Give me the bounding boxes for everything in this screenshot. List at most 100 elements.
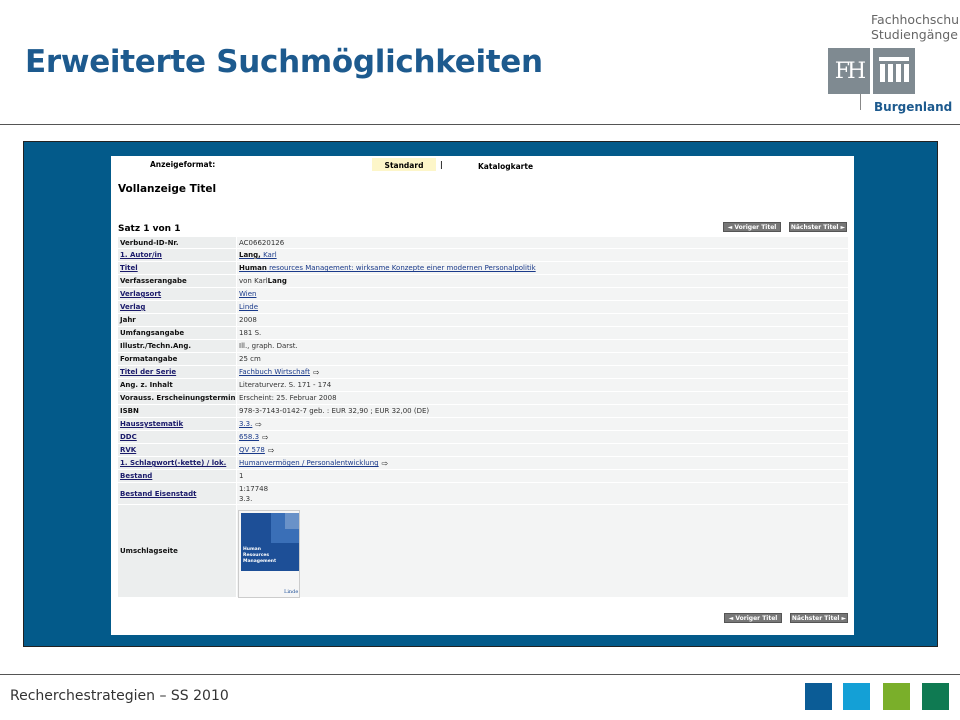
- field-value: Erscheint: 25. Februar 2008: [237, 392, 848, 404]
- field-value: 25 cm: [237, 353, 848, 365]
- field-value: 181 S.: [237, 327, 848, 339]
- table-row: Umschlagseite: [118, 505, 848, 597]
- field-value: 1:17748 3.3.: [237, 483, 848, 504]
- field-label: Umfangsangabe: [118, 327, 236, 339]
- logo-fh-mark: FH: [828, 48, 870, 94]
- table-row: 1. Schlagwort(-kette) / lok. Humanvermög…: [118, 457, 848, 469]
- arrow-right-icon[interactable]: ⇨: [268, 446, 275, 455]
- field-label: Formatangabe: [118, 353, 236, 365]
- record-counter: Satz 1 von 1: [118, 224, 181, 234]
- table-row: Bestand 1: [118, 470, 848, 482]
- field-label-link[interactable]: Bestand Eisenstadt: [118, 483, 236, 504]
- field-label-link[interactable]: DDC: [118, 431, 236, 443]
- table-row: Haussystematik 3.3. ⇨: [118, 418, 848, 430]
- value-link[interactable]: 3.3.: [239, 420, 252, 428]
- value-link[interactable]: 658.3: [239, 433, 259, 441]
- footer-square: [922, 683, 949, 710]
- field-value: Literaturverz. S. 171 - 174: [237, 379, 848, 391]
- field-label-link[interactable]: Verlag: [118, 301, 236, 313]
- table-row: Bestand Eisenstadt 1:17748 3.3.: [118, 483, 848, 504]
- table-row: RVK QV 578 ⇨: [118, 444, 848, 456]
- table-row: Verfasserangabe von Karl Lang: [118, 275, 848, 287]
- next-title-button-top[interactable]: Nächster Titel ►: [789, 222, 847, 232]
- field-value: 978-3-7143-0142-7 geb. : EUR 32,90 ; EUR…: [237, 405, 848, 417]
- field-label: ISBN: [118, 405, 236, 417]
- format-katalogkarte-link[interactable]: Katalogkarte: [478, 162, 558, 171]
- holding-value: 1:17748: [239, 484, 269, 493]
- subject-link[interactable]: Humanvermögen / Personalentwicklung: [239, 459, 379, 467]
- field-value: AC06620126: [237, 237, 848, 248]
- field-label: Umschlagseite: [118, 505, 236, 597]
- footer-text: Recherchestrategien – SS 2010: [10, 688, 229, 704]
- field-label: Illustr./Techn.Ang.: [118, 340, 236, 352]
- field-label-link[interactable]: Titel: [118, 262, 236, 274]
- holding-location: 3.3.: [239, 494, 253, 503]
- table-row: Vorauss. Erscheinungstermin Erscheint: 2…: [118, 392, 848, 404]
- value-link[interactable]: Linde: [239, 303, 258, 311]
- footer-square: [843, 683, 870, 710]
- record-table: Verbund-ID-Nr. AC06620126 1. Autor/in La…: [118, 237, 848, 598]
- field-label-link[interactable]: 1. Schlagwort(-kette) / lok.: [118, 457, 236, 469]
- field-label: Jahr: [118, 314, 236, 326]
- field-value: Lang, Karl: [237, 249, 848, 261]
- format-standard-link[interactable]: Standard: [372, 158, 436, 171]
- footer-square: [805, 683, 832, 710]
- prev-title-button-top[interactable]: ◄ Voriger Titel: [723, 222, 781, 232]
- field-value: [237, 505, 848, 597]
- field-value: 1: [237, 470, 848, 482]
- book-cover-image[interactable]: Human Resources Management Linde: [238, 510, 300, 598]
- field-label: Verfasserangabe: [118, 275, 236, 287]
- table-row: Titel der Serie Fachbuch Wirtschaft ⇨: [118, 366, 848, 378]
- fh-burgenland-logo: Fachhochschul Studiengänge FH Burgenland: [826, 6, 960, 118]
- cover-title: Human Resources Management: [243, 547, 277, 564]
- cover-publisher: Linde: [284, 589, 299, 595]
- arrow-right-icon[interactable]: ⇨: [255, 420, 262, 429]
- field-label-link[interactable]: Bestand: [118, 470, 236, 482]
- footer-square: [883, 683, 910, 710]
- field-label-link[interactable]: Verlagsort: [118, 288, 236, 300]
- arrow-right-icon[interactable]: ⇨: [382, 459, 389, 468]
- logo-text: Fachhochschul Studiengänge: [871, 12, 960, 42]
- logo-line-1: Fachhochschul: [871, 12, 960, 27]
- value-link[interactable]: Wien: [239, 290, 256, 298]
- field-label-link[interactable]: Titel der Serie: [118, 366, 236, 378]
- author-link[interactable]: Lang, Karl: [239, 251, 277, 259]
- field-value: Wien: [237, 288, 848, 300]
- field-value: Humanvermögen / Personalentwicklung ⇨: [237, 457, 848, 469]
- field-value: Fachbuch Wirtschaft ⇨: [237, 366, 848, 378]
- table-row: 1. Autor/in Lang, Karl: [118, 249, 848, 261]
- field-label: Vorauss. Erscheinungstermin: [118, 392, 236, 404]
- field-value: 3.3. ⇨: [237, 418, 848, 430]
- logo-place: Burgenland: [874, 100, 953, 114]
- logo-building-icon: [873, 48, 915, 94]
- field-value: 2008: [237, 314, 848, 326]
- field-label: Verbund-ID-Nr.: [118, 237, 236, 248]
- table-row: Jahr 2008: [118, 314, 848, 326]
- footer-divider: [0, 674, 960, 675]
- table-row: Umfangsangabe 181 S.: [118, 327, 848, 339]
- page-title: Erweiterte Suchmöglichkeiten: [25, 44, 543, 80]
- field-value: Linde: [237, 301, 848, 313]
- title-link[interactable]: Human resources Management: wirksame Kon…: [239, 264, 536, 272]
- field-label-link[interactable]: Haussystematik: [118, 418, 236, 430]
- next-title-button-bottom[interactable]: Nächster Titel ►: [790, 613, 848, 623]
- table-row: Illustr./Techn.Ang. Ill., graph. Darst.: [118, 340, 848, 352]
- series-link[interactable]: Fachbuch Wirtschaft: [239, 368, 310, 376]
- arrow-right-icon[interactable]: ⇨: [313, 368, 320, 377]
- prev-title-button-bottom[interactable]: ◄ Voriger Titel: [724, 613, 782, 623]
- table-row: ISBN 978-3-7143-0142-7 geb. : EUR 32,90 …: [118, 405, 848, 417]
- field-label-link[interactable]: RVK: [118, 444, 236, 456]
- field-value: Human resources Management: wirksame Kon…: [237, 262, 848, 274]
- table-row: Formatangabe 25 cm: [118, 353, 848, 365]
- value-link[interactable]: QV 578: [239, 446, 265, 454]
- arrow-right-icon[interactable]: ⇨: [262, 433, 269, 442]
- table-row: Verbund-ID-Nr. AC06620126: [118, 237, 848, 248]
- field-label: Ang. z. Inhalt: [118, 379, 236, 391]
- table-row: Titel Human resources Management: wirksa…: [118, 262, 848, 274]
- table-row: Ang. z. Inhalt Literaturverz. S. 171 - 1…: [118, 379, 848, 391]
- format-separator: |: [440, 160, 443, 169]
- field-value: QV 578 ⇨: [237, 444, 848, 456]
- catalog-heading: Vollanzeige Titel: [118, 183, 217, 195]
- header-divider: [0, 124, 960, 125]
- field-label-link[interactable]: 1. Autor/in: [118, 249, 236, 261]
